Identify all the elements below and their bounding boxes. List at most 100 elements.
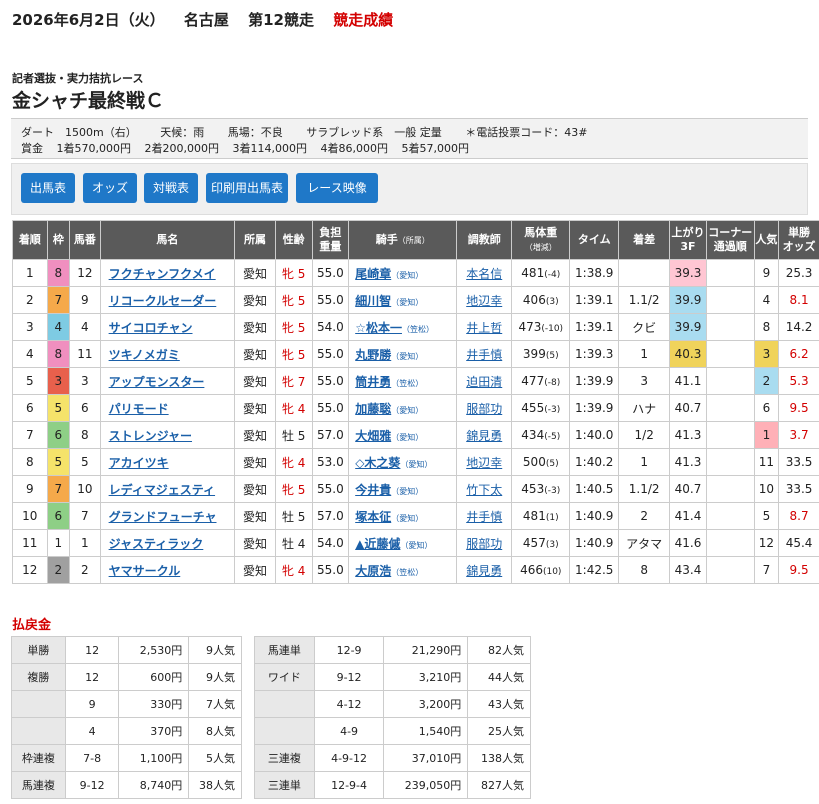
trainer-link[interactable]: 井手慎 (466, 348, 502, 362)
horse-name-link[interactable]: ヤマサークル (109, 564, 181, 578)
trainer-link[interactable]: 竹下太 (466, 483, 502, 497)
last3f-cell: 41.3 (669, 448, 707, 476)
jockey-link[interactable]: 尾崎章 (355, 267, 391, 281)
horse-name-link[interactable]: アップモンスター (109, 375, 205, 389)
corner-cell (705, 475, 755, 503)
bodyweight-cell: 453(-3) (511, 475, 571, 503)
matchup-button[interactable]: 対戦表 (144, 173, 198, 203)
horse-name-link[interactable]: サイコロチャン (109, 321, 193, 335)
jockey-link[interactable]: ◇木之葵 (355, 456, 400, 470)
payout-row: 三連複 4-9-12 37,010円 138人気 (254, 744, 531, 772)
race-venue: 名古屋 (183, 11, 229, 29)
jockey-link[interactable]: 大畑雅 (355, 429, 391, 443)
trainer-link[interactable]: 服部功 (466, 537, 502, 551)
combo-cell: 12-9 (313, 636, 385, 664)
col-jockey: 騎手（所属） (348, 220, 458, 260)
odds-button[interactable]: オッズ (83, 173, 137, 203)
jockey-link[interactable]: ☆松本一 (355, 321, 402, 335)
umaban-cell: 1 (69, 529, 101, 557)
col-corner: コーナー 通過順 (705, 220, 755, 260)
horse-name-cell: フクチャンフクメイ (99, 259, 236, 287)
sexage-cell: 牝 7 (274, 367, 313, 395)
order-cell: 6 (12, 394, 48, 422)
last3f-cell: 41.4 (669, 502, 707, 530)
bet-type-cell: ワイド (254, 663, 315, 691)
table-row: 3 4 4 サイコロチャン 愛知牝 5 54.0 ☆松本一（笠松） 井上哲 473(-10) 1:… (12, 313, 819, 341)
trainer-link[interactable]: 迫田清 (466, 375, 502, 389)
horse-name-link[interactable]: ツキノメガミ (109, 348, 180, 362)
horse-name-link[interactable]: ジャスティラック (109, 537, 204, 551)
horse-name-cell: サイコロチャン (99, 313, 236, 341)
trainer-link[interactable]: 井上哲 (466, 321, 502, 335)
sexage-cell: 牝 5 (274, 313, 313, 341)
jockey-cell: 塚本征（愛知） (348, 502, 458, 530)
trainer-link[interactable]: 服部功 (466, 402, 502, 416)
race-video-button[interactable]: レース映像 (296, 173, 378, 203)
jockey-cell: 大畑雅（愛知） (348, 421, 458, 449)
horse-name-link[interactable]: パリモード (109, 402, 169, 416)
horse-name-link[interactable]: フクチャンフクメイ (109, 267, 216, 281)
bet-type-cell: 枠連複 (11, 744, 66, 772)
horse-name-link[interactable]: ストレンジャー (109, 429, 192, 443)
jockey-link[interactable]: 丸野勝 (355, 348, 391, 362)
waku-cell: 7 (46, 286, 71, 314)
margin-cell: 1 (618, 340, 671, 368)
col-bodyweight: 馬体重 （増減） (511, 220, 571, 260)
jockey-link[interactable]: 細川智 (355, 294, 391, 308)
margin-cell: 8 (618, 556, 671, 584)
horse-name-link[interactable]: グランドフューチャ (109, 510, 217, 524)
horse-name-link[interactable]: リコークルセーダー (109, 294, 217, 308)
pay-popularity-cell: 9人気 (188, 636, 242, 664)
print-entries-button[interactable]: 印刷用出馬表 (206, 173, 288, 203)
trainer-link[interactable]: 地辺幸 (466, 456, 502, 470)
pay-popularity-cell: 43人気 (467, 690, 531, 718)
trainer-link[interactable]: 地辺幸 (466, 294, 502, 308)
trainer-link[interactable]: 錦見勇 (466, 564, 502, 578)
combo-cell: 9 (64, 690, 120, 718)
pay-popularity-cell: 138人気 (467, 744, 531, 772)
trainer-cell: 井手慎 (456, 340, 513, 368)
order-cell: 9 (12, 475, 48, 503)
bodyweight-cell: 466(10) (511, 556, 571, 584)
jockey-link[interactable]: 今井貴 (355, 483, 391, 497)
prize-label: 賞金 (21, 142, 43, 155)
horse-name-link[interactable]: アカイツキ (109, 456, 169, 470)
col-name: 馬名 (99, 220, 236, 260)
amount-cell: 37,010円 (383, 744, 469, 772)
horse-name-link[interactable]: レディマジェスティ (109, 483, 215, 497)
order-cell: 3 (12, 313, 48, 341)
sexage-cell: 牡 5 (274, 421, 313, 449)
jockey-link[interactable]: 筒井勇 (355, 375, 391, 389)
weight-cell: 55.0 (311, 286, 350, 314)
trainer-link[interactable]: 井手慎 (466, 510, 502, 524)
time-cell: 1:38.9 (569, 259, 620, 287)
jockey-cell: ☆松本一（笠松） (348, 313, 458, 341)
jockey-link[interactable]: 大原浩 (355, 564, 391, 578)
entries-button[interactable]: 出馬表 (21, 173, 75, 203)
margin-cell: 3 (618, 367, 671, 395)
belong-cell: 愛知 (234, 448, 276, 476)
bodyweight-cell: 455(-3) (511, 394, 571, 422)
bet-type-cell (254, 690, 315, 718)
umaban-cell: 7 (69, 502, 101, 530)
pay-popularity-cell: 7人気 (188, 690, 242, 718)
jockey-link[interactable]: 塚本征 (355, 510, 391, 524)
amount-cell: 330円 (118, 690, 190, 718)
combo-cell: 9-12 (64, 771, 120, 799)
time-cell: 1:40.9 (569, 529, 620, 557)
trainer-link[interactable]: 本名信 (466, 267, 502, 281)
jockey-link[interactable]: 加藤聡 (355, 402, 391, 416)
last3f-cell: 40.3 (669, 340, 707, 368)
trainer-link[interactable]: 錦見勇 (466, 429, 502, 443)
col-umaban: 馬番 (69, 220, 101, 260)
waku-cell: 8 (46, 340, 71, 368)
jockey-link[interactable]: ▲近藤傶 (355, 537, 400, 551)
table-row: 1 8 12 フクチャンフクメイ 愛知牝 5 55.0 尾崎章（愛知） 本名信 481(-4) 1… (12, 259, 819, 287)
weight-cell: 57.0 (311, 421, 350, 449)
last3f-cell: 40.7 (669, 394, 707, 422)
amount-cell: 600円 (118, 663, 190, 691)
belong-cell: 愛知 (234, 259, 276, 287)
sexage-cell: 牝 4 (274, 556, 313, 584)
bodyweight-cell: 481(1) (511, 502, 571, 530)
payout-row: 馬連複 9-12 8,740円 38人気 (11, 771, 242, 799)
